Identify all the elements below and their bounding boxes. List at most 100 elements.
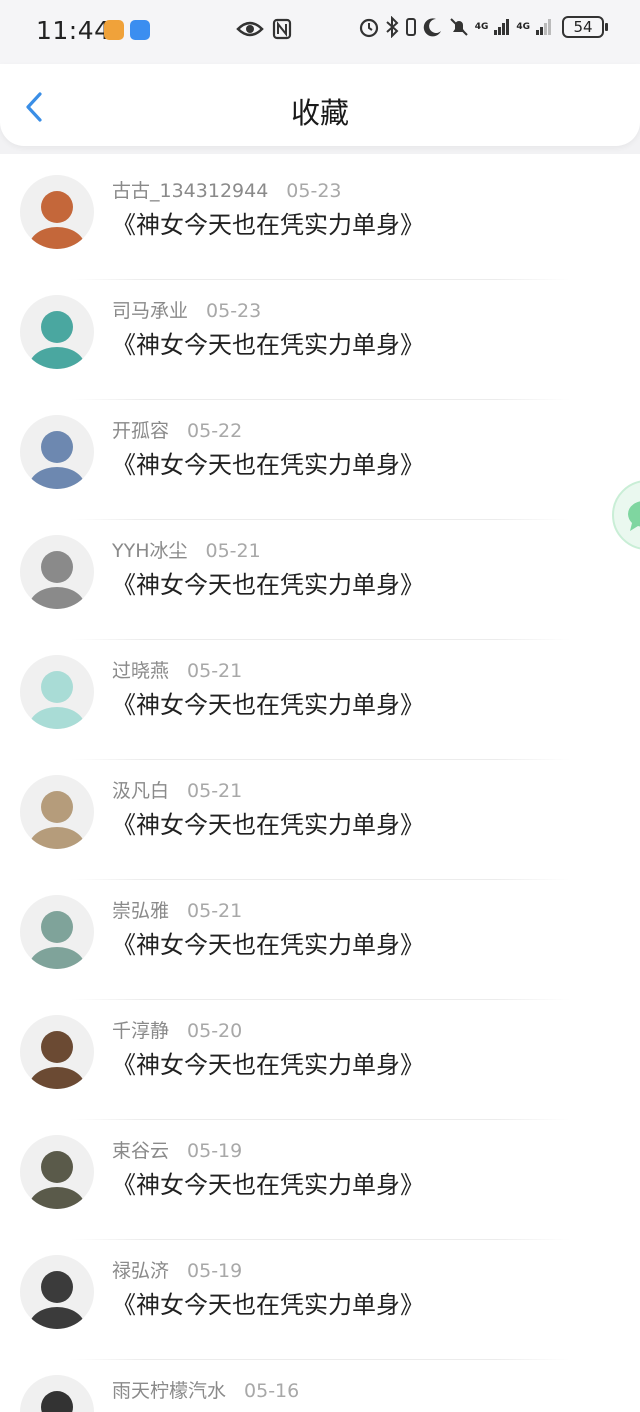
wifi-app-icon: [130, 20, 150, 40]
favorite-item[interactable]: 开孤容 05-22 《神女今天也在凭实力单身》: [0, 400, 640, 520]
item-date: 05-19: [187, 1260, 243, 1282]
favorite-item[interactable]: YYH冰尘 05-21 《神女今天也在凭实力单身》: [0, 520, 640, 640]
signal-icon-2: [536, 19, 551, 35]
item-title[interactable]: 《神女今天也在凭实力单身》: [112, 805, 424, 840]
avatar-face: [41, 791, 73, 823]
item-title[interactable]: 《神女今天也在凭实力单身》: [112, 1165, 424, 1200]
alarm-icon: [359, 18, 378, 38]
item-date: 05-20: [187, 1020, 243, 1042]
favorite-item[interactable]: 过晓燕 05-21 《神女今天也在凭实力单身》: [0, 640, 640, 760]
avatar[interactable]: [20, 895, 94, 969]
network-type-2: 4G: [516, 21, 530, 32]
item-title[interactable]: 《神女今天也在凭实力单身》: [112, 1045, 424, 1080]
item-date: 05-21: [205, 540, 261, 562]
mute-bell-icon: [449, 18, 468, 36]
avatar[interactable]: [20, 1135, 94, 1209]
item-author: 过晓燕 05-21: [112, 656, 242, 683]
avatar-face: [41, 191, 73, 223]
favorites-page: 11:44 4G 4G 54 收藏 古古_134312944 05-23 《神女…: [0, 0, 640, 1412]
avatar[interactable]: [20, 655, 94, 729]
item-date: 05-19: [187, 1140, 243, 1162]
item-title[interactable]: 《神女今天也在凭实力单身》: [112, 1285, 424, 1320]
item-date: 05-23: [286, 180, 342, 202]
avatar-face: [41, 1031, 73, 1063]
item-author: 禄弘济 05-19: [112, 1256, 242, 1283]
favorite-item[interactable]: 束谷云 05-19 《神女今天也在凭实力单身》: [0, 1120, 640, 1240]
notification-app-icon: [104, 20, 124, 40]
favorite-item[interactable]: 千淳静 05-20 《神女今天也在凭实力单身》: [0, 1000, 640, 1120]
favorite-item[interactable]: 古古_134312944 05-23 《神女今天也在凭实力单身》: [0, 160, 640, 280]
avatar-face: [41, 551, 73, 583]
item-author: 崇弘雅 05-21: [112, 896, 242, 923]
battery-indicator: 54: [562, 16, 608, 38]
avatar-face: [41, 1271, 73, 1303]
item-date: 05-22: [187, 420, 243, 442]
avatar-face: [41, 671, 73, 703]
favorite-item[interactable]: 崇弘雅 05-21 《神女今天也在凭实力单身》: [0, 880, 640, 1000]
item-title[interactable]: 《神女今天也在凭实力单身》: [112, 445, 424, 480]
status-bar: 11:44 4G 4G 54: [0, 0, 640, 64]
item-date: 05-23: [206, 300, 262, 322]
avatar-image: [20, 655, 94, 729]
bluetooth-icon: [386, 16, 399, 38]
header-bar: 收藏: [0, 64, 640, 146]
favorites-list: 古古_134312944 05-23 《神女今天也在凭实力单身》 司马承业 05-23 《…: [0, 160, 640, 1412]
moon-icon: [423, 18, 441, 37]
item-date: 05-16: [244, 1380, 300, 1402]
item-author: YYH冰尘 05-21: [112, 536, 261, 563]
item-date: 05-21: [187, 900, 243, 922]
avatar[interactable]: [20, 1015, 94, 1089]
avatar[interactable]: [20, 175, 94, 249]
avatar[interactable]: [20, 535, 94, 609]
page-title: 收藏: [290, 96, 349, 130]
author-name: 过晓燕: [112, 660, 170, 682]
author-name: 开孤容: [112, 420, 170, 442]
network-type-1: 4G: [474, 21, 489, 32]
item-title[interactable]: 《神女今天也在凭实力单身》: [112, 685, 424, 720]
status-time: 11:44: [36, 16, 111, 45]
author-name: 汲凡白: [112, 780, 170, 802]
nfc-icon: [272, 18, 292, 40]
avatar-image: [20, 775, 94, 849]
favorite-item[interactable]: 司马承业 05-23 《神女今天也在凭实力单身》: [0, 280, 640, 400]
item-author: 雨天柠檬汽水 05-16: [112, 1376, 299, 1403]
item-title[interactable]: 《神女今天也在凭实力单身》: [112, 205, 424, 240]
favorite-item[interactable]: 禄弘济 05-19 《神女今天也在凭实力单身》: [0, 1240, 640, 1360]
avatar-face: [41, 1151, 73, 1183]
author-name: 崇弘雅: [112, 900, 170, 922]
author-name: 束谷云: [112, 1140, 170, 1162]
favorite-item[interactable]: 雨天柠檬汽水 05-16 《神女今天也在凭实力单身》: [0, 1360, 640, 1412]
vibrate-icon: [405, 18, 416, 36]
avatar[interactable]: [20, 415, 94, 489]
avatar-image: [20, 295, 94, 369]
avatar-image: [20, 1135, 94, 1209]
avatar-image: [20, 535, 94, 609]
avatar-image: [20, 1375, 94, 1412]
author-name: 雨天柠檬汽水: [112, 1380, 227, 1402]
avatar[interactable]: [20, 1255, 94, 1329]
avatar-face: [41, 431, 73, 463]
status-mid-icons: [236, 18, 292, 40]
avatar[interactable]: [20, 1375, 94, 1412]
item-title[interactable]: 《神女今天也在凭实力单身》: [112, 925, 424, 960]
item-date: 05-21: [187, 780, 243, 802]
avatar-face: [41, 911, 73, 943]
avatar[interactable]: [20, 775, 94, 849]
item-author: 古古_134312944 05-23: [112, 176, 342, 203]
item-author: 汲凡白 05-21: [112, 776, 242, 803]
item-title[interactable]: 《神女今天也在凭实力单身》: [112, 325, 424, 360]
author-name: 禄弘济: [112, 1260, 170, 1282]
author-name: YYH冰尘: [112, 540, 188, 562]
item-title[interactable]: 《神女今天也在凭实力单身》: [112, 565, 424, 600]
author-name: 千淳静: [112, 1020, 170, 1042]
item-title[interactable]: 《神女今天也在凭实力单身》: [112, 1405, 424, 1412]
item-author: 束谷云 05-19: [112, 1136, 242, 1163]
favorite-item[interactable]: 汲凡白 05-21 《神女今天也在凭实力单身》: [0, 760, 640, 880]
item-author: 司马承业 05-23: [112, 296, 261, 323]
item-date: 05-21: [187, 660, 243, 682]
item-author: 开孤容 05-22: [112, 416, 242, 443]
avatar-image: [20, 1015, 94, 1089]
author-name: 古古_134312944: [112, 180, 269, 202]
avatar[interactable]: [20, 295, 94, 369]
status-right-icons: 4G 4G 54: [358, 16, 608, 38]
